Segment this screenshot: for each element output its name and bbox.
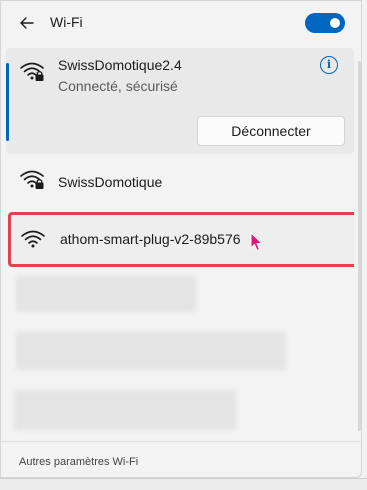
network-name: athom-smart-plug-v2-89b576 bbox=[60, 231, 241, 247]
network-name: SwissDomotique bbox=[58, 174, 163, 190]
blurred-network-item bbox=[16, 332, 286, 370]
wifi-open-icon bbox=[21, 230, 45, 248]
back-arrow-icon[interactable] bbox=[17, 13, 37, 33]
network-list: SwissDomotique2.4 Connecté, sécurisé i D… bbox=[6, 48, 354, 440]
page-title: Wi-Fi bbox=[50, 14, 83, 30]
wifi-toggle[interactable] bbox=[305, 13, 345, 33]
network-item[interactable]: SwissDomotique bbox=[6, 156, 354, 206]
background-window-strip bbox=[0, 478, 367, 490]
more-wifi-settings-link[interactable]: Autres paramètres Wi-Fi bbox=[19, 456, 138, 468]
mouse-cursor-icon bbox=[250, 232, 264, 252]
info-icon[interactable]: i bbox=[320, 56, 338, 74]
wifi-secured-icon bbox=[20, 62, 44, 81]
disconnect-button[interactable]: Déconnecter bbox=[197, 116, 345, 146]
scrollbar[interactable] bbox=[358, 61, 361, 431]
connection-status: Connecté, sécurisé bbox=[58, 78, 178, 94]
blurred-network-item bbox=[16, 276, 196, 312]
blurred-network-item bbox=[14, 390, 236, 430]
toggle-knob bbox=[330, 18, 340, 28]
network-item-highlighted[interactable]: athom-smart-plug-v2-89b576 bbox=[8, 212, 354, 267]
connected-network-item[interactable]: SwissDomotique2.4 Connecté, sécurisé i D… bbox=[6, 48, 354, 154]
selected-indicator bbox=[6, 63, 9, 141]
wifi-secured-icon bbox=[20, 170, 44, 189]
wifi-flyout: Wi-Fi SwissDomotique2.4 Connecté, sécuri… bbox=[0, 0, 362, 478]
connected-network-name: SwissDomotique2.4 bbox=[58, 57, 182, 73]
footer-divider bbox=[1, 441, 362, 442]
flyout-header: Wi-Fi bbox=[1, 1, 361, 45]
